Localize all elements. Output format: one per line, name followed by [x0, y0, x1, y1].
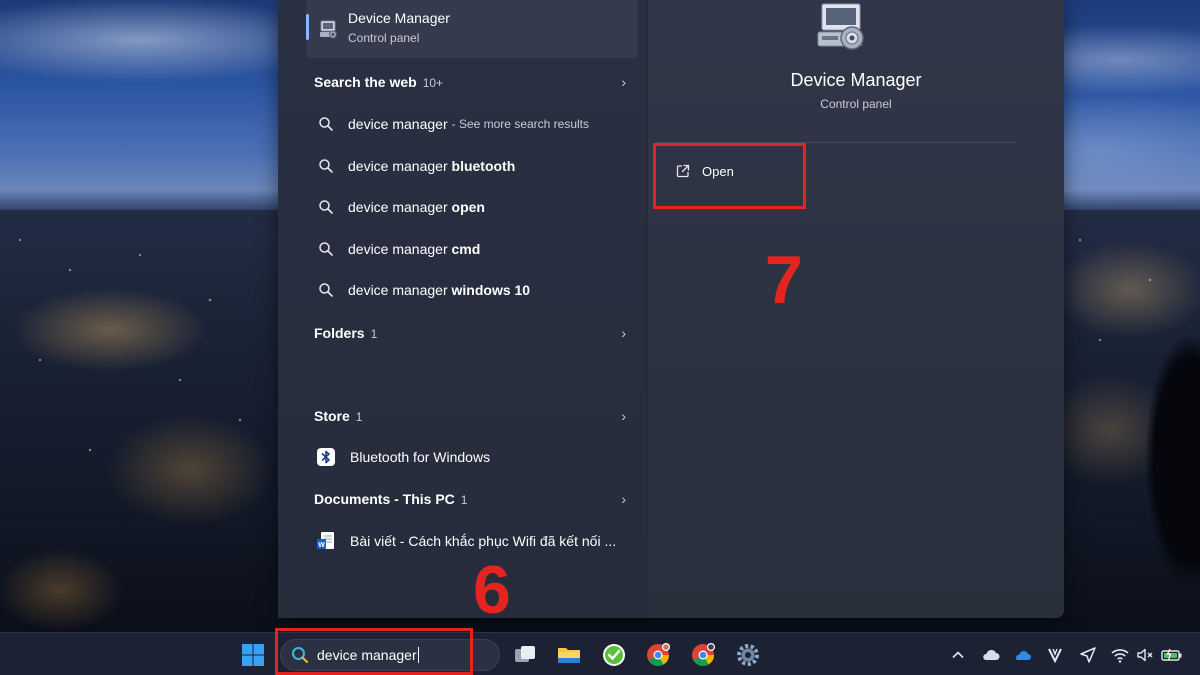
annotation-box-open — [653, 143, 806, 209]
chevron-right-icon: › — [621, 491, 626, 507]
chevron-right-icon: › — [621, 74, 626, 90]
section-count: 1 — [370, 327, 378, 341]
web-result-text: device manager — [348, 116, 448, 132]
web-result-text: device manager — [348, 282, 452, 298]
search-icon — [319, 117, 333, 131]
web-result-suffix: - See more search results — [451, 117, 590, 131]
onedrive-icon[interactable] — [1013, 645, 1033, 665]
file-explorer-icon[interactable] — [556, 642, 582, 668]
section-label: Search the web — [314, 74, 417, 90]
v-app-icon[interactable] — [1045, 645, 1065, 665]
task-view-icon[interactable] — [512, 642, 538, 668]
web-result-bold-term: windows 10 — [451, 282, 531, 298]
web-result-text: device manager — [348, 158, 452, 174]
web-result-item[interactable]: device manager cmd — [314, 232, 634, 266]
web-result-item[interactable]: device manager open — [314, 190, 634, 224]
best-match-result[interactable]: Device Manager Control panel — [306, 0, 638, 58]
web-result-item[interactable]: device manager - See more search results — [314, 107, 634, 141]
section-documents[interactable]: Documents - This PC 1 › — [314, 491, 634, 511]
chrome-icon[interactable] — [645, 642, 671, 668]
web-result-bold-term: cmd — [451, 241, 481, 257]
word-document-icon: W — [317, 532, 334, 549]
section-store[interactable]: Store 1 › — [314, 408, 634, 428]
search-icon — [319, 200, 333, 214]
chevron-up-icon[interactable] — [948, 645, 968, 665]
section-label: Documents - This PC — [314, 491, 455, 507]
device-manager-icon — [320, 20, 337, 39]
section-label: Store — [314, 408, 350, 424]
best-match-subtitle: Control panel — [348, 31, 420, 45]
cloud-icon[interactable] — [981, 645, 1001, 665]
chevron-right-icon: › — [621, 325, 626, 341]
wifi-icon[interactable] — [1110, 645, 1130, 665]
web-result-text: device manager — [348, 199, 452, 215]
svg-text:W: W — [318, 542, 325, 549]
green-app-icon[interactable] — [601, 642, 627, 668]
settings-icon[interactable] — [735, 642, 761, 668]
details-pane: Device Manager Control panel Open — [648, 0, 1064, 618]
device-manager-large-icon — [817, 3, 864, 50]
web-result-bold-term: open — [451, 199, 485, 215]
web-result-bold-term: bluetooth — [451, 158, 516, 174]
best-match-title: Device Manager — [348, 10, 450, 26]
section-label: Folders — [314, 325, 365, 341]
location-icon[interactable] — [1078, 645, 1098, 665]
web-result-item[interactable]: device manager bluetooth — [314, 149, 634, 183]
details-subtitle: Control panel — [820, 97, 892, 111]
search-results-list: Device Manager Control panel Search the … — [278, 0, 646, 618]
annotation-step-6: 6 — [473, 552, 511, 628]
store-result-item[interactable]: Bluetooth for Windows — [314, 440, 634, 474]
annotation-box-search — [275, 628, 473, 675]
chrome-profile-icon[interactable] — [690, 642, 716, 668]
section-search-the-web[interactable]: Search the web 10+ › — [314, 74, 634, 94]
web-result-item[interactable]: device manager windows 10 — [314, 273, 634, 307]
taskbar: device manager — [0, 632, 1200, 675]
wallpaper-tree-silhouette — [1130, 280, 1200, 632]
search-icon — [319, 159, 333, 173]
search-panel: Device Manager Control panel Search the … — [278, 0, 1064, 618]
section-folders[interactable]: Folders 1 › — [314, 325, 634, 345]
store-result-label: Bluetooth for Windows — [350, 449, 491, 465]
bluetooth-icon — [317, 448, 335, 466]
battery-icon[interactable] — [1160, 645, 1184, 665]
section-count: 1 — [355, 410, 363, 424]
section-count: 1 — [460, 493, 468, 507]
windows-start-icon[interactable] — [240, 642, 266, 668]
chevron-right-icon: › — [621, 408, 626, 424]
search-icon — [319, 283, 333, 297]
details-title: Device Manager — [790, 70, 922, 90]
annotation-step-7: 7 — [765, 242, 803, 318]
section-count: 10+ — [422, 76, 444, 90]
document-result-label: Bài viết - Cách khắc phục Wifi đã kết nố… — [350, 533, 617, 549]
web-result-text: device manager — [348, 241, 452, 257]
search-icon — [319, 242, 333, 256]
volume-muted-icon[interactable] — [1135, 645, 1155, 665]
